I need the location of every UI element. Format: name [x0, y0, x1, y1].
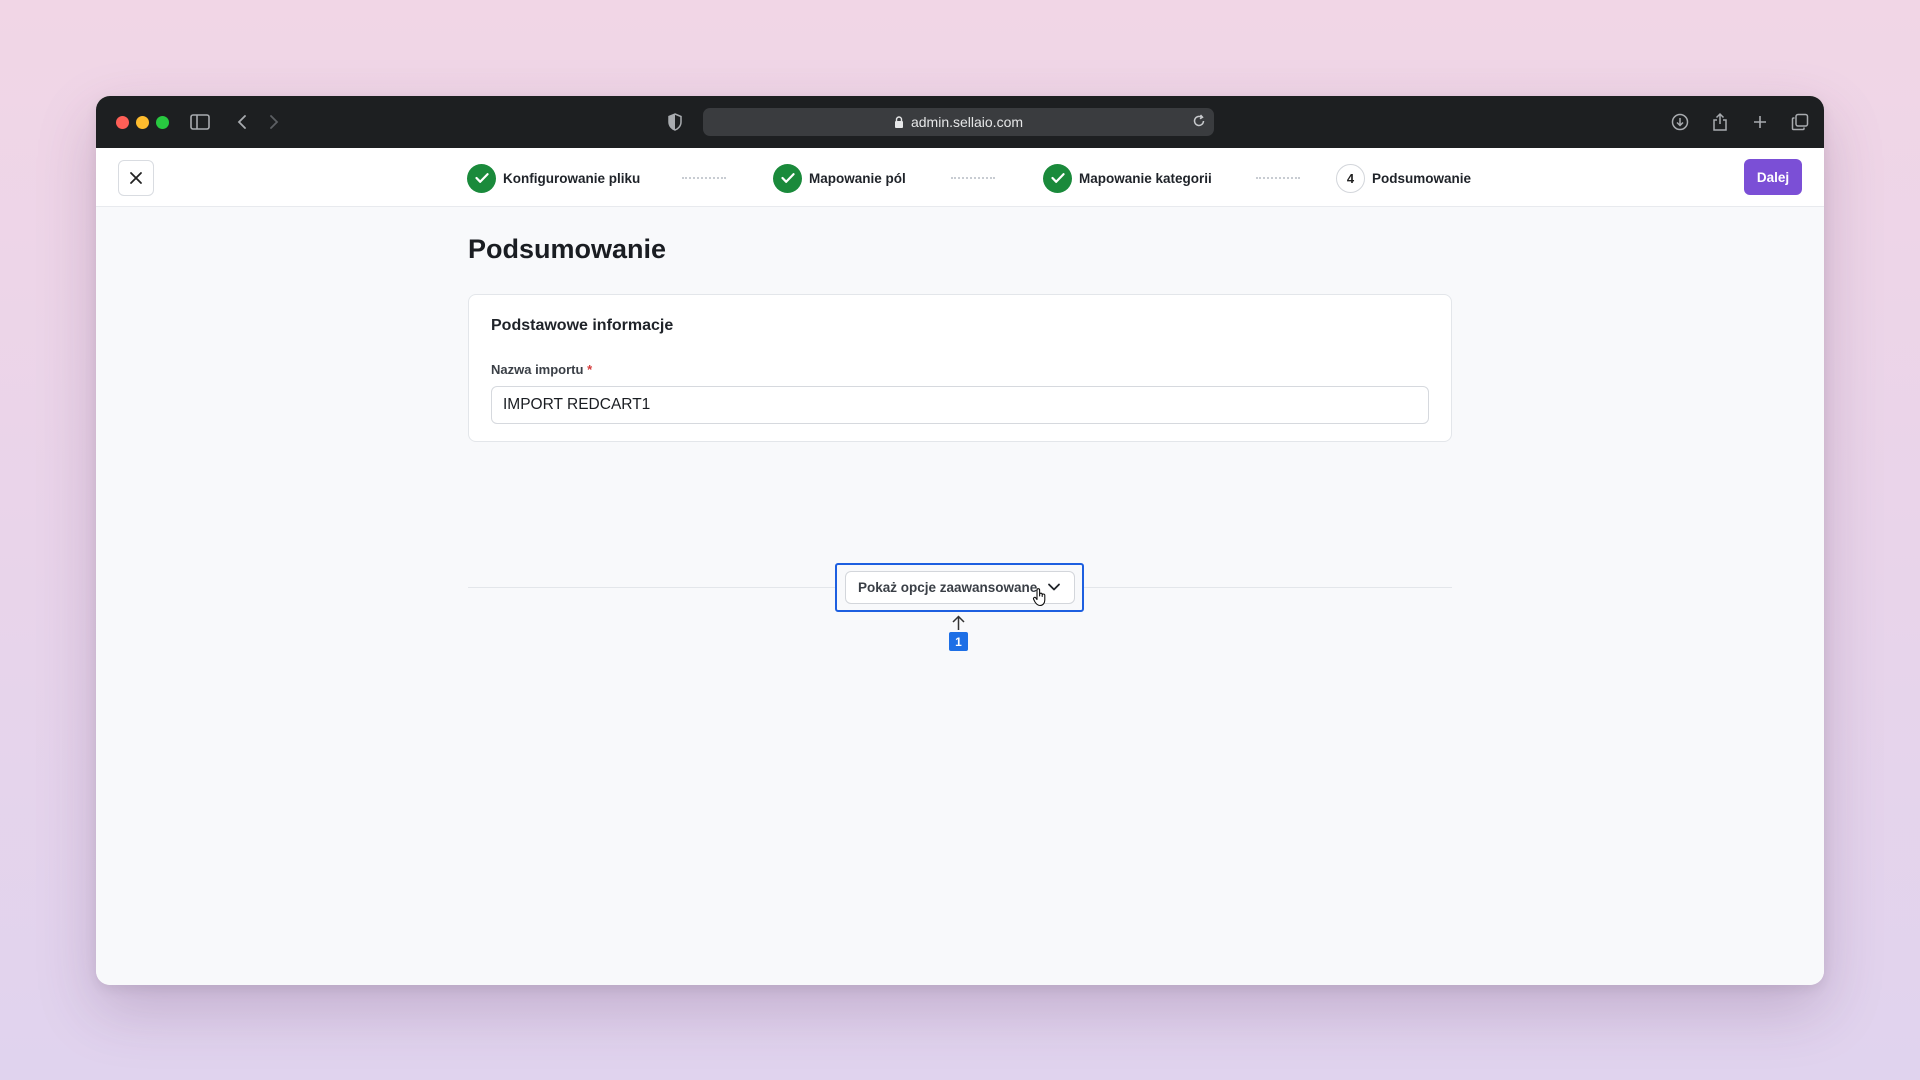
step-label: Podsumowanie: [1372, 170, 1472, 186]
share-icon[interactable]: [1708, 110, 1732, 134]
step-category-mapping[interactable]: Mapowanie kategorii: [1043, 163, 1212, 193]
downloads-icon[interactable]: [1668, 110, 1692, 134]
step-number: 4: [1336, 163, 1365, 193]
zoom-window-button[interactable]: [156, 116, 169, 129]
step-separator: [682, 177, 726, 179]
next-button[interactable]: Dalej: [1744, 159, 1802, 195]
step-separator: [951, 177, 995, 179]
hand-cursor-icon: [1032, 587, 1048, 612]
step-summary[interactable]: 4 Podsumowanie: [1336, 163, 1471, 193]
back-icon[interactable]: [230, 110, 254, 134]
url-text: admin.sellaio.com: [910, 114, 1024, 130]
close-icon: [130, 172, 142, 184]
new-tab-icon[interactable]: [1748, 110, 1772, 134]
import-name-label-text: Nazwa importu: [491, 362, 584, 377]
close-wizard-button[interactable]: [118, 160, 154, 196]
check-icon: [773, 163, 802, 193]
basic-info-card: Podstawowe informacje Nazwa importu * IM…: [468, 294, 1452, 442]
required-mark: *: [587, 362, 593, 377]
browser-titlebar: admin.sellaio.com: [96, 96, 1824, 148]
chevron-down-icon: [1047, 580, 1061, 597]
wizard-header: Konfigurowanie pliku Mapowanie pól Mapow…: [96, 148, 1824, 207]
check-icon: [467, 163, 496, 193]
privacy-shield-icon[interactable]: [663, 110, 687, 134]
step-field-mapping[interactable]: Mapowanie pól: [773, 163, 906, 193]
page-title: Podsumowanie: [468, 234, 667, 264]
address-bar[interactable]: admin.sellaio.com: [703, 108, 1214, 136]
annotation-marker: 1: [949, 632, 968, 651]
lock-icon: [894, 116, 904, 128]
check-icon: [1043, 163, 1072, 193]
step-label: Mapowanie pól: [809, 170, 906, 186]
step-separator: [1256, 177, 1300, 179]
main-content: Podsumowanie Podstawowe informacje Nazwa…: [96, 207, 1824, 985]
browser-window: admin.sellaio.com Konfigurowanie pliku M…: [96, 96, 1824, 985]
import-name-input[interactable]: IMPORT REDCART1: [491, 386, 1429, 424]
minimize-window-button[interactable]: [136, 116, 149, 129]
card-title: Podstawowe informacje: [491, 317, 674, 334]
step-file-config[interactable]: Konfigurowanie pliku: [467, 163, 640, 193]
tab-overview-icon[interactable]: [1788, 110, 1812, 134]
reload-icon[interactable]: [1192, 114, 1206, 131]
step-label: Konfigurowanie pliku: [503, 170, 641, 186]
close-window-button[interactable]: [116, 116, 129, 129]
import-name-label: Nazwa importu *: [491, 362, 592, 377]
forward-icon[interactable]: [262, 110, 286, 134]
step-label: Mapowanie kategorii: [1079, 170, 1212, 186]
sidebar-toggle-icon[interactable]: [188, 110, 212, 134]
advanced-button-label: Pokaż opcje zaawansowane: [858, 580, 1038, 595]
